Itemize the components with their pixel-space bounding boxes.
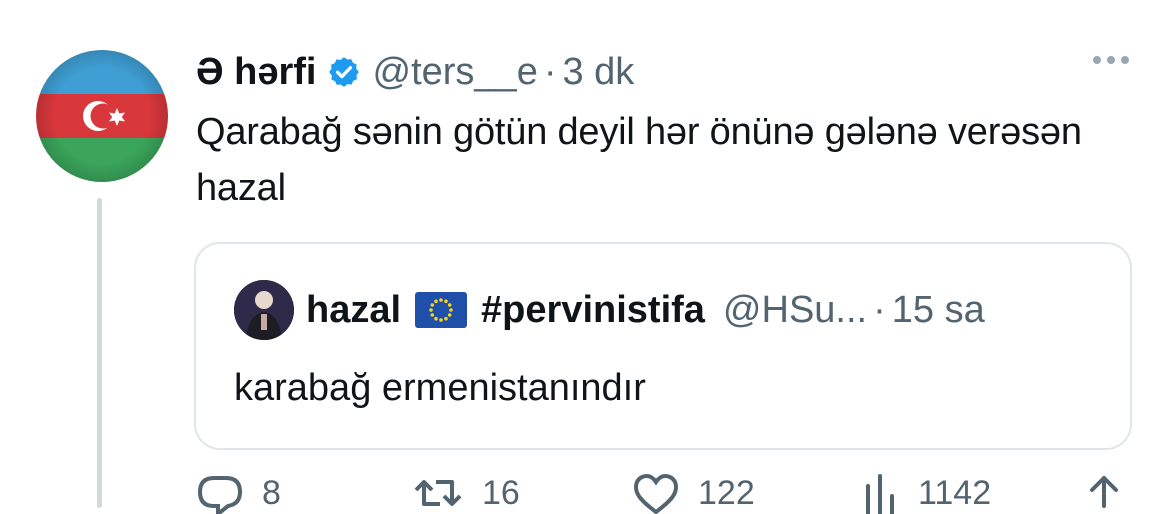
quote-display-name[interactable]: hazal: [306, 289, 401, 332]
tweet-text: Qarabağ sənin götün deyil hər önünə gələ…: [196, 111, 1082, 209]
retweet-button[interactable]: 16: [412, 474, 520, 514]
azerbaijan-flag-icon: [36, 50, 168, 182]
reply-button[interactable]: 8: [196, 474, 281, 514]
share-button[interactable]: [1084, 474, 1124, 514]
quote-text: karabağ ermenistanındır: [234, 367, 646, 409]
views-icon: [866, 474, 894, 514]
reply-count: 8: [262, 474, 281, 512]
heart-icon: [633, 474, 679, 514]
quote-handle[interactable]: @HSu...: [723, 289, 867, 332]
views-count: 1142: [918, 474, 992, 512]
views-button[interactable]: 1142: [860, 474, 991, 514]
thread-line: [97, 198, 102, 508]
quote-separator: ·: [873, 288, 886, 331]
reply-icon: [197, 476, 243, 514]
display-name[interactable]: Ə hərfi: [196, 51, 317, 94]
quote-header: hazal #pervinistifa @HSu... · 15 sa: [306, 286, 985, 334]
tweet-header: Ə hərfi @ters__e · 3 dk: [196, 46, 634, 98]
avatar[interactable]: [36, 50, 168, 182]
share-icon: [1090, 476, 1118, 508]
retweet-icon: [414, 480, 462, 506]
handle[interactable]: @ters__e: [373, 51, 538, 94]
quote-timestamp[interactable]: 15 sa: [892, 289, 985, 332]
eu-flag-icon: [415, 292, 468, 328]
verified-badge-icon: [327, 55, 361, 89]
retweet-count: 16: [482, 474, 520, 512]
more-icon[interactable]: [1093, 56, 1129, 64]
quote-hashtag[interactable]: #pervinistifa: [481, 289, 705, 332]
action-bar: 8 16 122 1142: [196, 474, 1126, 514]
like-button[interactable]: 122: [632, 474, 755, 514]
quoted-tweet[interactable]: hazal #pervinistifa @HSu... · 15 sa kara…: [194, 242, 1132, 450]
separator: ·: [543, 50, 557, 93]
person-photo-icon: [234, 280, 294, 340]
quote-avatar[interactable]: [234, 280, 294, 340]
timestamp[interactable]: 3 dk: [562, 51, 634, 94]
like-count: 122: [698, 474, 755, 512]
